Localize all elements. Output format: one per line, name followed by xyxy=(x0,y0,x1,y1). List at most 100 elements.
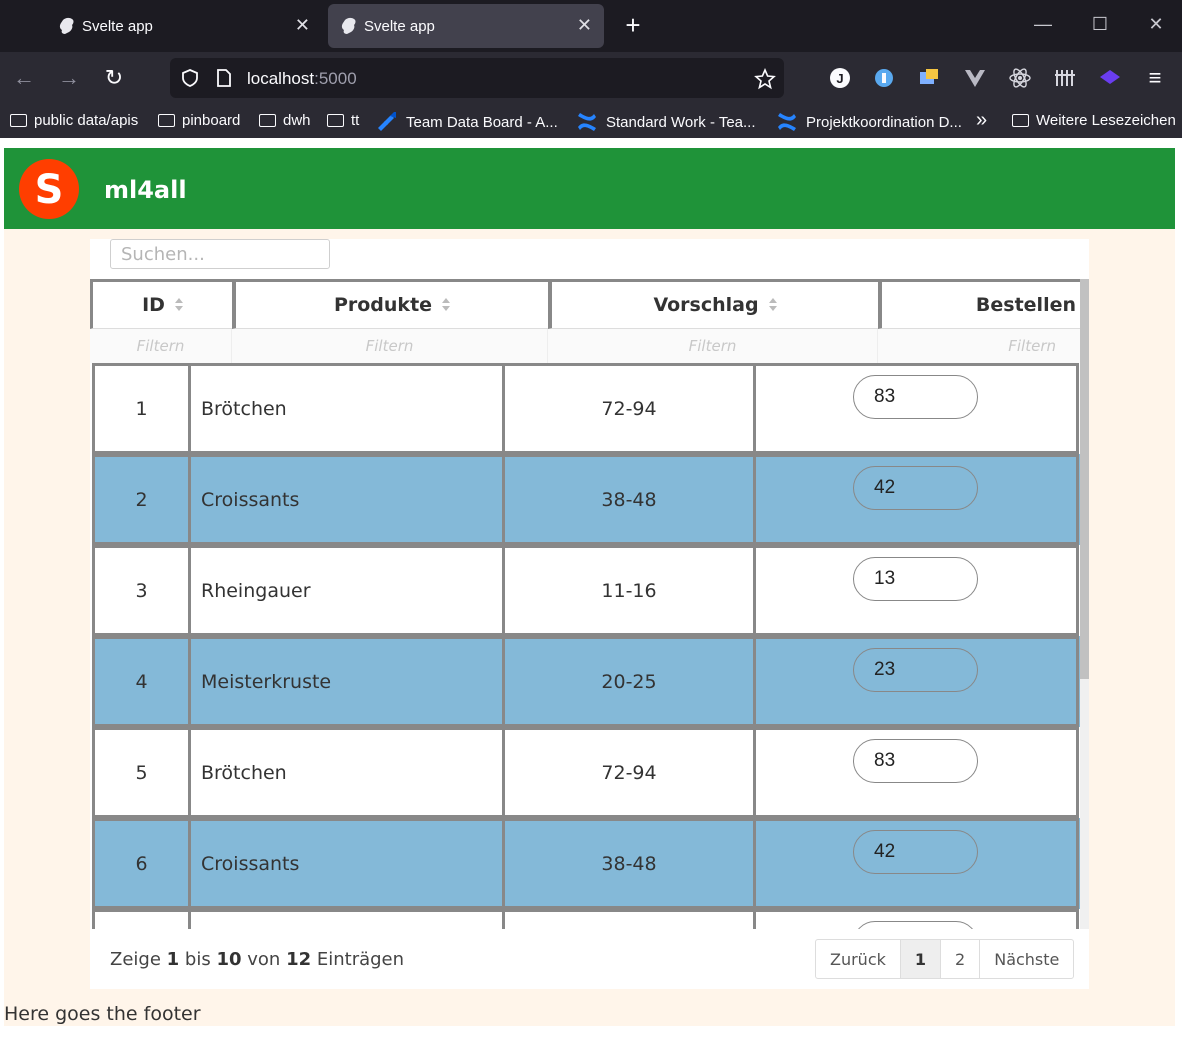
bookmark-folder[interactable]: pinboard xyxy=(158,112,240,129)
svg-text:S: S xyxy=(35,167,64,213)
table-row: 4 Meisterkruste 20-25 23 xyxy=(92,636,1080,727)
confluence-icon xyxy=(778,113,796,131)
order-quantity-input[interactable]: 23 xyxy=(853,648,978,692)
cell-suggestion: 38-48 xyxy=(502,454,753,545)
table-header: ID Produkte Vorschlag Bestellen xyxy=(90,279,1080,329)
sort-icon[interactable] xyxy=(174,298,183,312)
bookmark-folder[interactable]: dwh xyxy=(259,112,311,129)
filter-input-bestellen[interactable]: Filtern xyxy=(878,329,1080,363)
url-text: localhost:5000 xyxy=(247,69,357,88)
bookmark-folder[interactable]: tt xyxy=(327,112,359,129)
table-scrollbar[interactable] xyxy=(1080,279,1089,929)
app-page: S ml4all ID Produkte Vorschlag Bestellen… xyxy=(4,148,1175,1026)
menu-hamburger-icon[interactable]: ≡ xyxy=(1141,64,1169,92)
filter-input-vorschlag[interactable]: Filtern xyxy=(548,329,878,363)
column-header-bestellen[interactable]: Bestellen xyxy=(878,279,1080,329)
cell-product: Croissants xyxy=(188,454,502,545)
extension-key-icon[interactable] xyxy=(873,66,897,90)
cell-suggestion: 72-94 xyxy=(502,363,753,454)
bookmark-link[interactable]: Standard Work - Tea... xyxy=(576,112,756,132)
bookmark-link[interactable]: Team Data Board - A... xyxy=(376,112,558,132)
maximize-window-icon[interactable]: ☐ xyxy=(1085,12,1115,36)
table-row: 1 Brötchen 72-94 83 xyxy=(92,363,1080,454)
cell-order: 83 xyxy=(753,727,1079,818)
cell-product: Brötchen xyxy=(188,727,502,818)
svg-text:J: J xyxy=(836,71,843,86)
bookmark-star-icon[interactable] xyxy=(754,68,776,90)
browser-tab-active[interactable]: Svelte app ✕ xyxy=(328,4,604,48)
cell-suggestion xyxy=(502,909,753,929)
cell-order xyxy=(753,909,1079,929)
bookmark-folder[interactable]: Weitere Lesezeichen xyxy=(1012,112,1176,129)
search-input[interactable] xyxy=(110,239,330,269)
order-quantity-input[interactable]: 83 xyxy=(853,739,978,783)
page-footer: Here goes the footer xyxy=(4,1003,201,1025)
cell-order: 83 xyxy=(753,363,1079,454)
svelte-favicon-icon xyxy=(341,17,356,34)
cell-suggestion: 38-48 xyxy=(502,818,753,909)
cell-id: 2 xyxy=(92,454,188,545)
order-quantity-input[interactable]: 42 xyxy=(853,466,978,510)
column-header-id[interactable]: ID xyxy=(90,279,232,329)
next-page-button[interactable]: Nächste xyxy=(980,940,1073,978)
order-quantity-input[interactable] xyxy=(853,921,978,929)
confluence-icon xyxy=(578,113,596,131)
cell-product: Brötchen xyxy=(188,363,502,454)
folder-icon xyxy=(1012,114,1029,127)
close-window-icon[interactable]: ✕ xyxy=(1141,12,1171,36)
page-icon[interactable] xyxy=(215,68,233,88)
bookmark-link[interactable]: Projektkoordination D... xyxy=(776,112,962,132)
folder-icon xyxy=(10,114,27,127)
extension-react-icon[interactable] xyxy=(1008,66,1032,90)
bookmark-folder[interactable]: public data/apis xyxy=(10,112,138,129)
column-header-vorschlag[interactable]: Vorschlag xyxy=(548,279,878,329)
extension-j-icon[interactable]: J xyxy=(828,66,852,90)
cell-id xyxy=(92,909,188,929)
jira-icon xyxy=(378,112,396,131)
minimize-window-icon[interactable]: — xyxy=(1028,12,1058,36)
cell-order: 23 xyxy=(753,636,1079,727)
cell-order: 13 xyxy=(753,545,1079,636)
filter-input-id[interactable]: Filtern xyxy=(90,329,232,363)
pagination-info: Zeige 1 bis 10 von 12 Einträgen xyxy=(110,949,405,970)
forward-arrow-icon[interactable]: → xyxy=(55,64,83,92)
back-arrow-icon[interactable]: ← xyxy=(10,64,38,92)
cell-product xyxy=(188,909,502,929)
extension-grid-icon[interactable] xyxy=(1053,66,1077,90)
browser-tab[interactable]: Svelte app ✕ xyxy=(46,4,322,48)
close-tab-icon[interactable]: ✕ xyxy=(577,15,592,35)
cell-id: 4 xyxy=(92,636,188,727)
sort-icon[interactable] xyxy=(768,298,777,312)
cell-order: 42 xyxy=(753,454,1079,545)
reload-icon[interactable]: ↻ xyxy=(100,64,128,92)
cell-id: 5 xyxy=(92,727,188,818)
page-button-2[interactable]: 2 xyxy=(941,940,981,978)
table-row: 3 Rheingauer 11-16 13 xyxy=(92,545,1080,636)
column-header-produkte[interactable]: Produkte xyxy=(232,279,548,329)
extension-window-icon[interactable] xyxy=(917,66,941,90)
shield-icon[interactable] xyxy=(180,68,200,88)
extension-layers-icon[interactable] xyxy=(1098,66,1122,90)
svelte-favicon-icon xyxy=(59,17,74,34)
table-row: 5 Brötchen 72-94 83 xyxy=(92,727,1080,818)
folder-icon xyxy=(158,114,175,127)
order-quantity-input[interactable]: 13 xyxy=(853,557,978,601)
sort-icon[interactable] xyxy=(442,298,451,312)
app-header: S ml4all xyxy=(4,148,1175,229)
cell-id: 1 xyxy=(92,363,188,454)
extension-vue-icon[interactable] xyxy=(963,66,987,90)
tab-title: Svelte app xyxy=(364,17,435,35)
new-tab-button[interactable]: + xyxy=(620,10,646,40)
browser-nav-bar: ← → ↻ localhost:5000 J ≡ xyxy=(0,52,1182,104)
close-tab-icon[interactable]: ✕ xyxy=(295,15,310,35)
page-button-1[interactable]: 1 xyxy=(900,940,942,978)
more-bookmarks-chevron-icon[interactable]: » xyxy=(976,109,987,132)
table-row: 6 Croissants 38-48 42 xyxy=(92,818,1080,909)
order-quantity-input[interactable]: 83 xyxy=(853,375,978,419)
cell-product: Rheingauer xyxy=(188,545,502,636)
address-bar[interactable]: localhost:5000 xyxy=(170,58,784,98)
previous-page-button[interactable]: Zurück xyxy=(816,940,901,978)
scrollbar-thumb[interactable] xyxy=(1080,279,1089,679)
order-quantity-input[interactable]: 42 xyxy=(853,830,978,874)
filter-input-produkte[interactable]: Filtern xyxy=(232,329,548,363)
